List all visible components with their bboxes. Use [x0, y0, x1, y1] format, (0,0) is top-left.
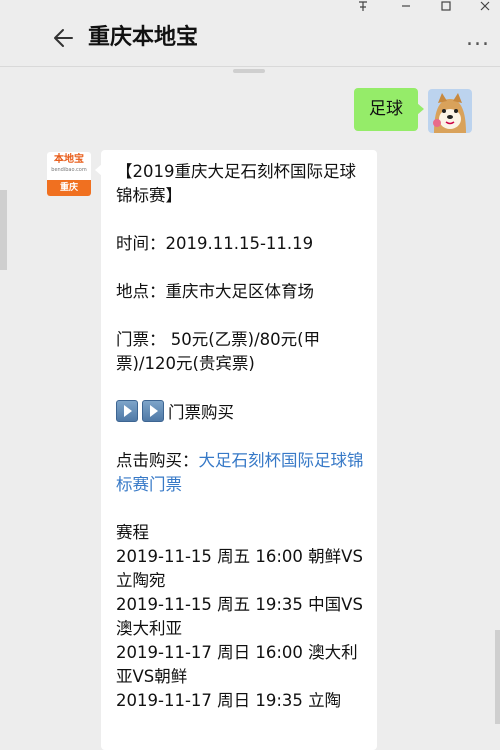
minimize-icon[interactable] — [400, 0, 412, 15]
user-message-text: 足球 — [369, 99, 403, 119]
left-edge-bar — [0, 190, 7, 270]
bot-message-content: 【2019重庆大足石刻杯国际足球锦标赛】 时间：2019.11.15-11.19… — [116, 160, 372, 713]
scrollbar[interactable] — [495, 630, 500, 724]
logo-url: bendibao.com — [51, 167, 87, 173]
logo-city-band: 重庆 — [47, 180, 91, 196]
ticket-buy-row: 门票购买 — [116, 400, 372, 425]
user-message-bubble[interactable]: 足球 — [354, 88, 424, 131]
more-options-icon[interactable]: ... — [466, 28, 490, 50]
maximize-icon[interactable] — [440, 0, 452, 15]
schedule-item: 2019-11-15 周五 19:35 中国VS澳大利亚 — [116, 595, 363, 638]
close-icon[interactable] — [479, 0, 491, 15]
window-controls — [0, 0, 500, 16]
schedule-item: 2019-11-17 周日 19:35 立陶 — [116, 691, 342, 710]
ticket-buy-label: 门票购买 — [168, 403, 234, 422]
logo-text: 本地宝 — [54, 154, 84, 165]
event-time: 时间：2019.11.15-11.19 — [116, 234, 314, 253]
play-icon — [116, 400, 138, 422]
schedule-item: 2019-11-17 周日 16:00 澳大利亚VS朝鲜 — [116, 643, 358, 686]
chat-title: 重庆本地宝 — [88, 25, 199, 50]
official-account-avatar[interactable]: 本地宝 bendibao.com 重庆 — [47, 152, 91, 196]
schedule-title: 赛程 — [116, 523, 149, 542]
pin-icon[interactable] — [357, 0, 369, 15]
event-ticket: 门票： 50元(乙票)/80元(甲票)/120元(贵宾票) — [116, 330, 321, 373]
event-title: 【2019重庆大足石刻杯国际足球锦标赛】 — [116, 162, 356, 205]
click-buy-row: 点击购买：大足石刻杯国际足球锦标赛门票 — [116, 449, 372, 497]
click-buy-prefix: 点击购买： — [116, 451, 199, 470]
pull-handle — [233, 69, 265, 73]
arrow-left-icon[interactable] — [50, 24, 78, 52]
chat-header: 重庆本地宝 ... — [0, 16, 500, 64]
play-icon — [142, 400, 164, 422]
schedule-item: 2019-11-15 周五 16:00 朝鲜VS立陶宛 — [116, 547, 363, 590]
event-place: 地点：重庆市大足区体育场 — [116, 282, 314, 301]
user-avatar[interactable] — [428, 89, 472, 133]
header-divider — [0, 66, 500, 67]
